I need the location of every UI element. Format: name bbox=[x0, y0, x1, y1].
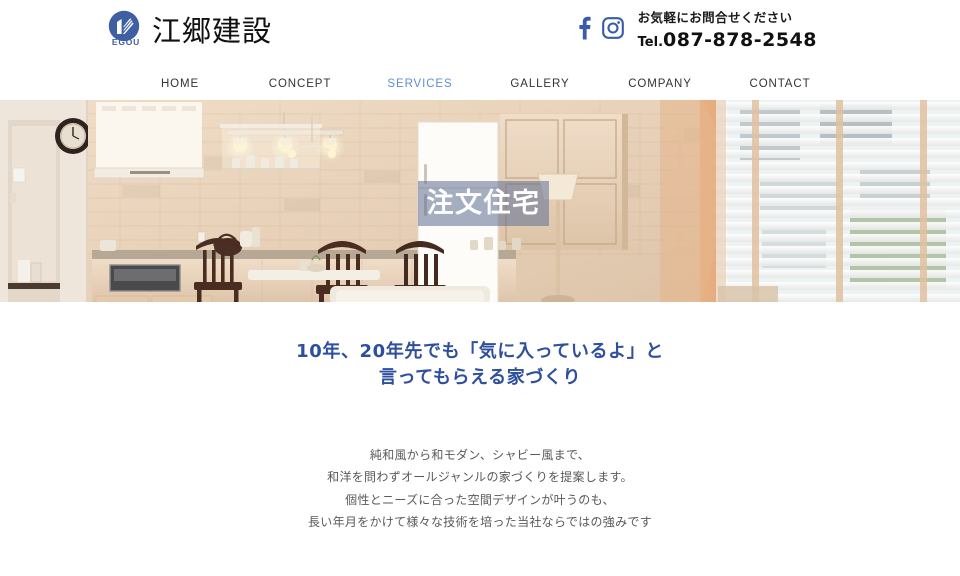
tel-number: 087-878-2548 bbox=[663, 28, 817, 51]
site-logo[interactable]: EGOU 江郷建設 bbox=[108, 8, 272, 54]
nav-item-home[interactable]: HOME bbox=[120, 68, 240, 100]
hero-title-band: 注文住宅 bbox=[418, 181, 549, 226]
headline-line-1: 10年、20年先でも「気に入っているよ」と bbox=[296, 341, 664, 362]
body-line-3: 個性とニーズに合った空間デザインが叶うのも、 bbox=[345, 492, 615, 507]
nav-item-services[interactable]: SERVICES bbox=[360, 68, 480, 100]
contact-block: お気軽にお問合せください Tel.087-878-2548 bbox=[638, 10, 817, 52]
page-root: EGOU 江郷建設 お気軽にお問合せください Tel.087-878-2548 bbox=[0, 0, 960, 576]
body-line-1: 純和風から和モダン、シャビー風まで、 bbox=[369, 448, 591, 463]
nav-item-gallery[interactable]: GALLERY bbox=[480, 68, 600, 100]
site-header: EGOU 江郷建設 お気軽にお問合せください Tel.087-878-2548 bbox=[0, 0, 960, 68]
hero-banner: 注文住宅 bbox=[0, 100, 960, 305]
intro-paragraph: 純和風から和モダン、シャビー風まで、 和洋を問わずオールジャンルの家づくりを提案… bbox=[0, 444, 960, 533]
nav-item-company[interactable]: COMPANY bbox=[600, 68, 720, 100]
tel-prefix: Tel. bbox=[637, 34, 664, 50]
logo-mark: EGOU bbox=[108, 10, 146, 52]
page-headline: 10年、20年先でも「気に入っているよ」と 言ってもらえる家づくり bbox=[0, 339, 960, 391]
hero-title: 注文住宅 bbox=[426, 188, 541, 219]
body-line-2: 和洋を問わずオールジャンルの家づくりを提案します。 bbox=[327, 470, 633, 485]
body-line-4: 長い年月をかけて様々な技術を培った当社ならではの強みです bbox=[307, 514, 653, 529]
logo-wordmark: 江郷建設 bbox=[152, 13, 273, 48]
social-links bbox=[574, 10, 624, 40]
contact-phone[interactable]: Tel.087-878-2548 bbox=[638, 29, 817, 52]
logo-egou-text: EGOU bbox=[111, 37, 141, 47]
header-contact-area: お気軽にお問合せください Tel.087-878-2548 bbox=[574, 10, 817, 52]
nav-items: HOME CONCEPT SERVICES GALLERY COMPANY CO… bbox=[120, 68, 840, 100]
headline-line-2: 言ってもらえる家づくり bbox=[378, 367, 582, 389]
instagram-icon[interactable] bbox=[601, 17, 624, 39]
main-content: 10年、20年先でも「気に入っているよ」と 言ってもらえる家づくり 純和風から和… bbox=[0, 339, 960, 533]
main-navigation: HOME CONCEPT SERVICES GALLERY COMPANY CO… bbox=[0, 68, 960, 100]
nav-item-concept[interactable]: CONCEPT bbox=[240, 68, 360, 100]
nav-item-contact[interactable]: CONTACT bbox=[720, 68, 840, 100]
contact-lead-text: お気軽にお問合せください bbox=[637, 10, 793, 25]
facebook-icon[interactable] bbox=[574, 16, 593, 40]
